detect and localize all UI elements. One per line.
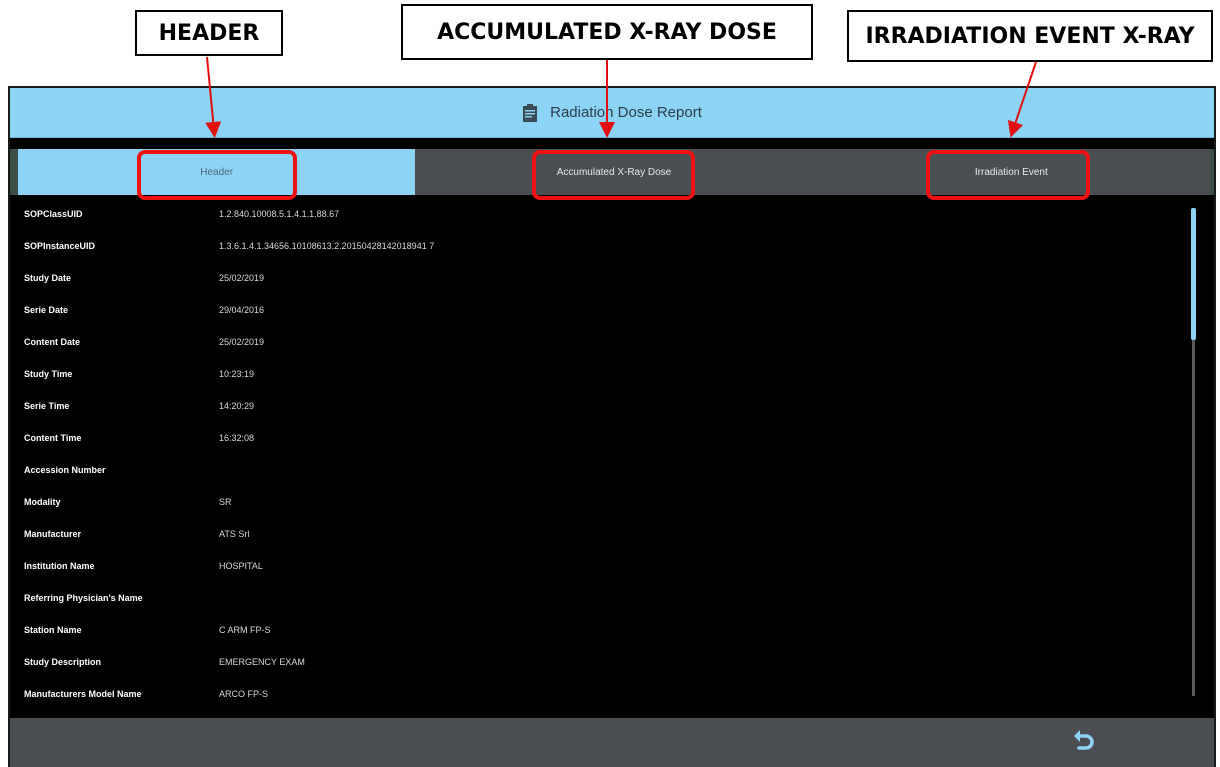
scrollbar-thumb[interactable] (1191, 208, 1196, 340)
header-attribute-list: SOPClassUID 1.2.840.10008.5.1.4.1.1.88.67… (10, 198, 1190, 718)
list-item: SOPClassUID 1.2.840.10008.5.1.4.1.1.88.67 (10, 204, 1190, 224)
list-item: Study Description EMERGENCY EXAM (10, 652, 1190, 672)
callout-header-label: HEADER (135, 10, 283, 56)
row-value: ATS Srl (219, 529, 250, 539)
row-value: 10:23:19 (219, 369, 255, 379)
row-label: SOPInstanceUID (24, 241, 96, 251)
list-item: Study Time 10:23:19 (10, 364, 1190, 384)
list-item: Station Name C ARM FP-S (10, 620, 1190, 640)
row-label: Institution Name (24, 561, 95, 571)
undo-arrow-icon (1071, 727, 1097, 758)
footer-bar (10, 718, 1214, 767)
row-value: 1.2.840.10008.5.1.4.1.1.88.67 (219, 209, 340, 219)
list-item: Referring Physician's Name (10, 588, 1190, 608)
list-item: Accession Number (10, 460, 1190, 480)
row-value: EMERGENCY EXAM (219, 657, 305, 667)
list-item: Content Date 25/02/2019 (10, 332, 1190, 352)
row-label: Content Time (24, 433, 82, 443)
row-value: SR (219, 497, 232, 507)
side-strip-left (10, 149, 18, 195)
row-label: Serie Date (24, 305, 69, 315)
row-value: 14:20:29 (219, 401, 255, 411)
row-label: Accession Number (24, 465, 106, 475)
row-label: Study Date (24, 273, 72, 283)
list-item: Manufacturers Model Name ARCO FP-S (10, 684, 1190, 704)
row-label: Modality (24, 497, 61, 507)
row-value: 1.3.6.1.4.1.34656.10108613.2.20150428142… (219, 241, 435, 251)
list-item: Content Time 16:32:08 (10, 428, 1190, 448)
highlight-box-accumulated-tab (532, 150, 695, 200)
row-value: 25/02/2019 (219, 273, 265, 283)
title-bar: Radiation Dose Report (10, 88, 1214, 138)
row-label: SOPClassUID (24, 209, 83, 219)
row-label: Station Name (24, 625, 82, 635)
callout-accumulated-label: ACCUMULATED X-RAY DOSE (401, 4, 813, 60)
list-item: Serie Date 29/04/2016 (10, 300, 1190, 320)
list-item: Institution Name HOSPITAL (10, 556, 1190, 576)
row-value: C ARM FP-S (219, 625, 271, 635)
row-label: Referring Physician's Name (24, 593, 143, 603)
row-value: 16:32:08 (219, 433, 255, 443)
row-label: Content Date (24, 337, 80, 347)
report-clipboard-icon (522, 103, 538, 123)
list-item: Modality SR (10, 492, 1190, 512)
window-title: Radiation Dose Report (550, 104, 702, 121)
list-item: SOPInstanceUID 1.3.6.1.4.1.34656.10108613… (10, 236, 1190, 256)
list-item: Manufacturer ATS Srl (10, 524, 1190, 544)
row-value: 29/04/2016 (219, 305, 265, 315)
list-item: Study Date 25/02/2019 (10, 268, 1190, 288)
row-label: Study Time (24, 369, 73, 379)
row-label: Manufacturer (24, 529, 82, 539)
highlight-box-irradiation-tab (926, 150, 1090, 200)
row-label: Manufacturers Model Name (24, 689, 142, 699)
list-item: Serie Time 14:20:29 (10, 396, 1190, 416)
row-label: Study Description (24, 657, 102, 667)
callout-irradiation-label: IRRADIATION EVENT X-RAY (847, 10, 1213, 62)
row-value: ARCO FP-S (219, 689, 269, 699)
highlight-box-header-tab (137, 150, 297, 200)
row-label: Serie Time (24, 401, 70, 411)
back-button[interactable] (1068, 726, 1100, 758)
row-value: HOSPITAL (219, 561, 263, 571)
row-value: 25/02/2019 (219, 337, 265, 347)
